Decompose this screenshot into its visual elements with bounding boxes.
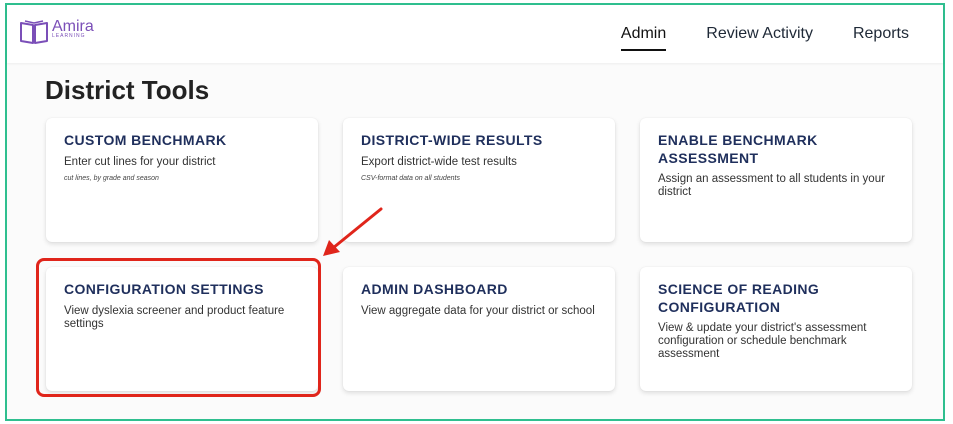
arrow-annotation [323, 207, 383, 256]
